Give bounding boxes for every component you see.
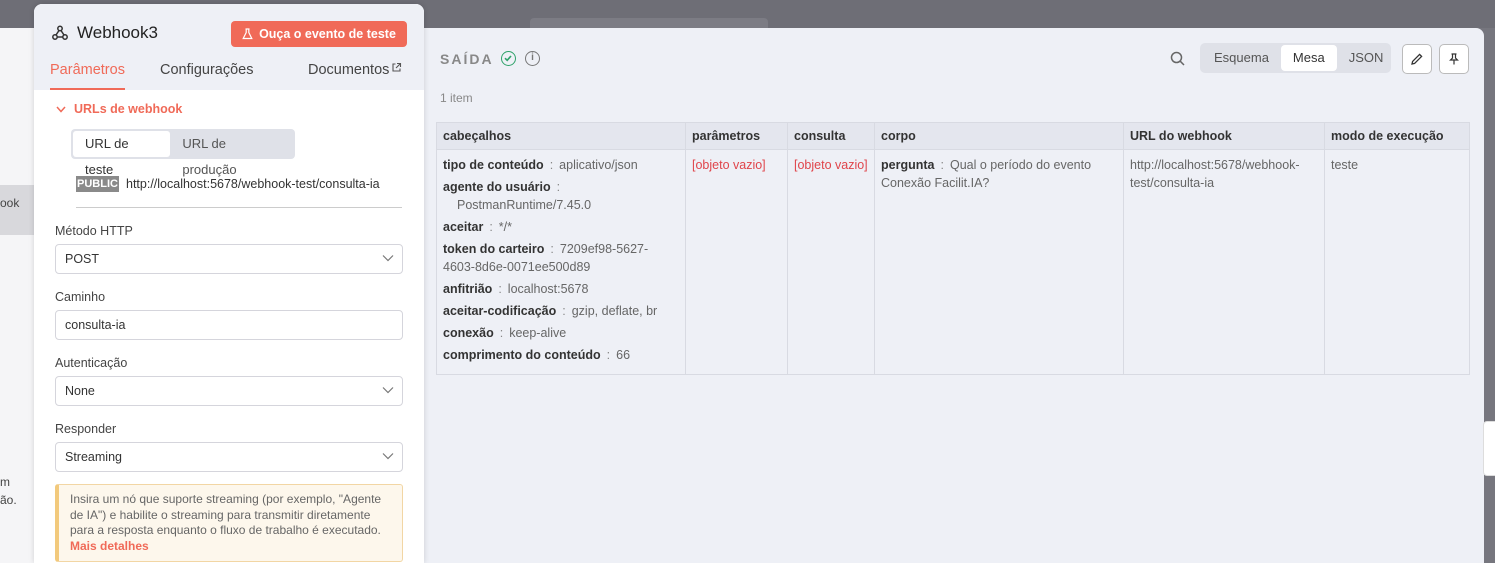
- tab-settings[interactable]: Configurações: [160, 62, 254, 90]
- header-entry: agente do usuário: PostmanRuntime/7.45.0: [443, 180, 592, 212]
- tab-docs[interactable]: Documentos: [308, 62, 402, 90]
- webhook-icon: [51, 24, 69, 42]
- chevron-down-icon: [382, 387, 394, 394]
- header-entry: tipo de conteúdo: aplicativo/json: [443, 158, 638, 172]
- empty-object-value: [objeto vazio]: [692, 158, 766, 172]
- view-option-schema[interactable]: Esquema: [1202, 45, 1281, 71]
- tab-parameters[interactable]: Parâmetros: [50, 62, 125, 90]
- chevron-down-icon: [56, 102, 66, 116]
- output-table: cabeçalhos parâmetros consulta corpo URL…: [436, 122, 1470, 375]
- empty-object-value: [objeto vazio]: [794, 158, 868, 172]
- pin-icon: [1449, 53, 1459, 65]
- search-icon[interactable]: [1169, 50, 1187, 68]
- output-view-toggle: Esquema Mesa JSON: [1200, 43, 1391, 73]
- authentication-label: Autenticação: [55, 356, 128, 370]
- node-parameters-panel: Webhook3 Ouça o evento de teste Parâmetr…: [34, 4, 424, 563]
- header-entry: anfitrião: localhost:5678: [443, 282, 589, 296]
- path-label: Caminho: [55, 290, 106, 304]
- column-header[interactable]: modo de execução: [1324, 122, 1470, 150]
- column-header[interactable]: consulta: [787, 122, 875, 150]
- header-entry: aceitar-codificação: gzip, deflate, br: [443, 304, 658, 318]
- execution-mode-cell: teste: [1324, 149, 1470, 375]
- canvas-stray-text: m: [0, 475, 10, 489]
- column-header[interactable]: parâmetros: [685, 122, 788, 150]
- webhook-urls-section-toggle[interactable]: URLs de webhook: [56, 102, 182, 116]
- flask-icon: [242, 28, 253, 40]
- output-title: SAÍDA: [440, 51, 494, 67]
- streaming-notice: Insira um nó que suporte streaming (por …: [55, 484, 403, 562]
- node-tabs: Parâmetros Configurações Documentos: [50, 62, 408, 90]
- table-row: tipo de conteúdo: aplicativo/json agente …: [436, 149, 1470, 375]
- body-entry: pergunta: Qual o período do evento Conexã…: [881, 158, 1092, 190]
- column-header[interactable]: corpo: [874, 122, 1124, 150]
- respond-label: Responder: [55, 422, 117, 436]
- webhook-url[interactable]: http://localhost:5678/webhook-test/consu…: [126, 177, 380, 191]
- listen-test-event-button[interactable]: Ouça o evento de teste: [231, 21, 407, 47]
- pin-output-button[interactable]: [1439, 44, 1469, 74]
- test-url-option[interactable]: URL de teste: [73, 131, 171, 177]
- header-entry: token do carteiro:7209ef98-5627-4603-8d6…: [443, 242, 649, 274]
- output-panel: SAÍDA i Esquema Mesa JSON 1 item cabeçal…: [423, 28, 1484, 563]
- view-option-table[interactable]: Mesa: [1280, 45, 1337, 71]
- http-method-select[interactable]: POST: [55, 244, 403, 274]
- more-details-link[interactable]: Mais detalhes: [70, 539, 149, 553]
- header-entry: comprimento do conteúdo:66: [443, 348, 631, 362]
- edit-output-button[interactable]: [1402, 44, 1432, 74]
- side-panel-handle[interactable]: [1483, 421, 1495, 476]
- info-icon[interactable]: i: [525, 51, 540, 66]
- url-type-toggle: URL de teste URL de produção: [71, 129, 295, 177]
- canvas-stray-text: ão.: [0, 493, 17, 507]
- webhook-url-row[interactable]: PUBLIC http://localhost:5678/webhook-tes…: [76, 174, 402, 208]
- canvas-left-strip: ook m ão.: [0, 28, 60, 563]
- production-url-option[interactable]: URL de produção: [170, 131, 293, 177]
- body-cell: pergunta: Qual o período do evento Conexã…: [874, 149, 1124, 375]
- query-cell: [objeto vazio]: [787, 149, 875, 375]
- node-title[interactable]: Webhook3: [77, 23, 158, 43]
- column-header[interactable]: cabeçalhos: [436, 122, 686, 150]
- parameters-cell: [objeto vazio]: [685, 149, 788, 375]
- success-check-icon: [501, 51, 516, 66]
- column-header[interactable]: URL do webhook: [1123, 122, 1325, 150]
- chevron-down-icon: [382, 255, 394, 262]
- respond-select[interactable]: Streaming: [55, 442, 403, 472]
- table-header-row: cabeçalhos parâmetros consulta corpo URL…: [436, 122, 1470, 150]
- pencil-icon: [1411, 53, 1423, 65]
- authentication-select[interactable]: None: [55, 376, 403, 406]
- item-count: 1 item: [440, 91, 473, 105]
- header-entry: conexão: keep-alive: [443, 326, 567, 340]
- http-method-label: Método HTTP: [55, 224, 133, 238]
- headers-cell: tipo de conteúdo: aplicativo/json agente …: [436, 149, 686, 375]
- method-badge: PUBLIC: [76, 176, 119, 192]
- canvas-right-strip: [1484, 28, 1495, 563]
- external-link-icon: [392, 62, 402, 72]
- chevron-down-icon: [382, 453, 394, 460]
- view-option-json[interactable]: JSON: [1337, 45, 1396, 71]
- webhook-url-cell: http://localhost:5678/webhook-test/consu…: [1123, 149, 1325, 375]
- path-input[interactable]: consulta-ia: [55, 310, 403, 340]
- header-entry: aceitar: */*: [443, 220, 512, 234]
